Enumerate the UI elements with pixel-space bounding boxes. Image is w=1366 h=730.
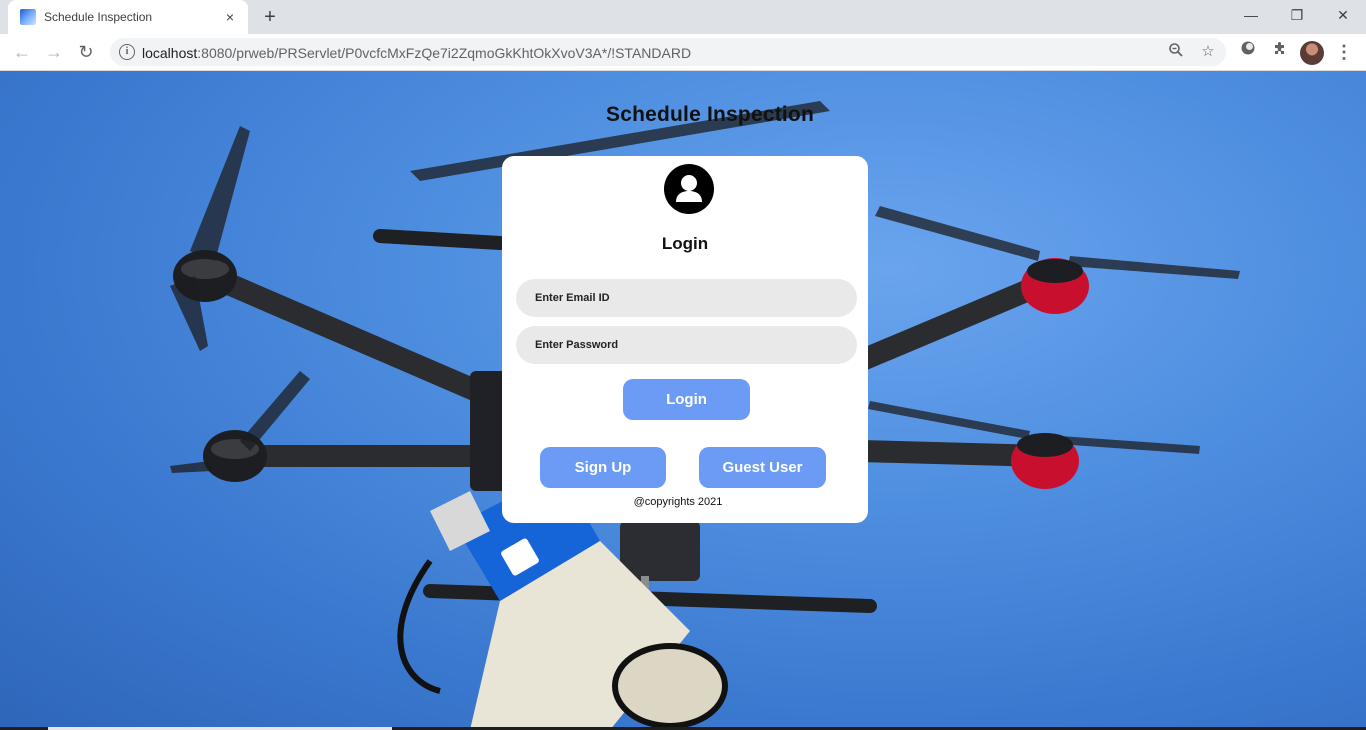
url-path: :8080/prweb/PRServlet/P0vcfcMxFzQe7i2Zqm… [197,45,692,61]
browser-toolbar: ← → ↻ i localhost:8080/prweb/PRServlet/P… [0,34,1366,71]
browser-tab[interactable]: Schedule Inspection × [8,0,248,34]
url-text[interactable]: localhost:8080/prweb/PRServlet/P0vcfcMxF… [142,45,691,61]
guest-user-button[interactable]: Guest User [699,447,826,488]
restore-button[interactable]: ❐ [1274,0,1320,30]
tab-close-icon[interactable]: × [220,7,240,27]
copyright-text: @copyrights 2021 [633,496,723,508]
new-tab-button[interactable]: + [258,5,282,29]
profile-avatar[interactable] [1300,41,1324,65]
menu-kebab-icon[interactable]: ⋮ [1332,40,1356,64]
address-bar[interactable]: i localhost:8080/prweb/PRServlet/P0vcfcM… [110,38,1226,66]
reload-button[interactable]: ↻ [72,38,100,66]
page-viewport: Schedule Inspection Login Login Sign Up … [0,71,1366,730]
login-heading: Login [661,234,709,253]
password-field[interactable] [516,326,857,364]
email-field[interactable] [516,279,857,317]
tab-strip: Schedule Inspection × + — ❐ ✕ [0,0,1366,34]
minimize-button[interactable]: — [1228,0,1274,30]
bookmark-star-icon[interactable]: ☆ [1198,42,1218,62]
tab-title: Schedule Inspection [44,10,153,24]
sign-up-button[interactable]: Sign Up [540,447,666,488]
login-button[interactable]: Login [623,379,750,420]
extension-circle-icon[interactable] [1236,40,1260,64]
zoom-icon[interactable] [1166,42,1186,62]
info-icon[interactable]: i [119,44,135,60]
user-avatar-icon [664,164,714,214]
back-button[interactable]: ← [8,38,36,66]
url-host: localhost [142,45,198,61]
login-card: Login Login Sign Up Guest User @copyrigh… [502,156,868,523]
forward-button[interactable]: → [40,38,68,66]
page-title: Schedule Inspection [605,103,814,126]
extensions-puzzle-icon[interactable] [1268,40,1292,64]
close-window-button[interactable]: ✕ [1320,0,1366,30]
favicon-icon [20,9,36,25]
